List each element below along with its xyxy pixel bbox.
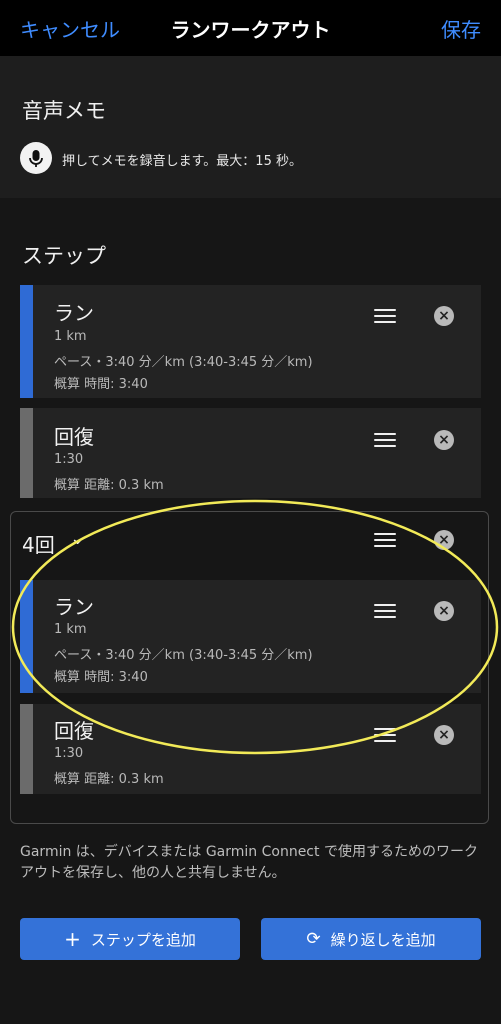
steps-title: ステップ bbox=[22, 244, 106, 268]
step-pace: ペース・3:40 分／km (3:40-3:45 分／km) bbox=[54, 355, 313, 370]
run-color-bar bbox=[20, 580, 33, 693]
step-pace: ペース・3:40 分／km (3:40-3:45 分／km) bbox=[54, 648, 313, 663]
remove-step-icon[interactable]: × bbox=[434, 601, 454, 621]
plus-icon: + bbox=[64, 927, 81, 951]
drag-handle-icon[interactable] bbox=[374, 604, 396, 618]
step-estimate: 概算 距離: 0.3 km bbox=[54, 772, 164, 787]
step-title: ラン bbox=[54, 301, 94, 325]
repeat-step-card-run[interactable]: ラン 1 km ペース・3:40 分／km (3:40-3:45 分／km) 概… bbox=[20, 580, 481, 693]
step-distance: 1 km bbox=[54, 329, 87, 344]
remove-step-icon[interactable]: × bbox=[434, 306, 454, 326]
microphone-icon bbox=[29, 150, 43, 167]
record-memo-button[interactable] bbox=[20, 142, 52, 174]
privacy-note: Garmin は、デバイスまたは Garmin Connect で使用するための… bbox=[20, 844, 478, 881]
step-card-run[interactable]: ラン 1 km ペース・3:40 分／km (3:40-3:45 分／km) 概… bbox=[20, 285, 481, 398]
recover-color-bar bbox=[20, 408, 33, 498]
repeat-icon: ⟳ bbox=[306, 929, 321, 949]
step-title: 回復 bbox=[54, 425, 94, 449]
voice-memo-section bbox=[0, 56, 501, 198]
drag-handle-icon[interactable] bbox=[374, 433, 396, 447]
run-color-bar bbox=[20, 285, 33, 398]
step-estimate: 概算 距離: 0.3 km bbox=[54, 478, 164, 493]
remove-step-icon[interactable]: × bbox=[434, 430, 454, 450]
drag-handle-icon[interactable] bbox=[374, 728, 396, 742]
step-title: ラン bbox=[54, 595, 94, 619]
remove-step-icon[interactable]: × bbox=[434, 725, 454, 745]
remove-repeat-icon[interactable]: × bbox=[434, 530, 454, 550]
drag-handle-icon[interactable] bbox=[374, 533, 396, 547]
drag-handle-icon[interactable] bbox=[374, 309, 396, 323]
recover-color-bar bbox=[20, 704, 33, 794]
add-step-label: ステップを追加 bbox=[90, 930, 196, 949]
chevron-down-icon[interactable]: ⌄ bbox=[70, 528, 85, 549]
voice-memo-hint: 押してメモを録音します。最大：15 秒。 bbox=[62, 154, 302, 169]
add-repeat-label: 繰り返しを追加 bbox=[330, 930, 436, 949]
repeat-step-card-recover[interactable]: 回復 1:30 概算 距離: 0.3 km × bbox=[20, 704, 481, 794]
step-estimate: 概算 時間: 3:40 bbox=[54, 670, 148, 685]
voice-memo-title: 音声メモ bbox=[22, 99, 106, 123]
step-duration: 1:30 bbox=[54, 452, 84, 467]
step-estimate: 概算 時間: 3:40 bbox=[54, 377, 148, 392]
step-duration: 1:30 bbox=[54, 746, 84, 761]
save-button[interactable]: 保存 bbox=[441, 14, 481, 43]
page-title: ランワークアウト bbox=[170, 18, 331, 42]
step-card-recover[interactable]: 回復 1:30 概算 距離: 0.3 km × bbox=[20, 408, 481, 498]
repeat-count[interactable]: 4回 bbox=[22, 529, 55, 558]
add-repeat-button[interactable]: ⟳ 繰り返しを追加 bbox=[261, 918, 481, 960]
add-step-button[interactable]: + ステップを追加 bbox=[20, 918, 240, 960]
step-title: 回復 bbox=[54, 719, 94, 743]
step-distance: 1 km bbox=[54, 622, 87, 637]
